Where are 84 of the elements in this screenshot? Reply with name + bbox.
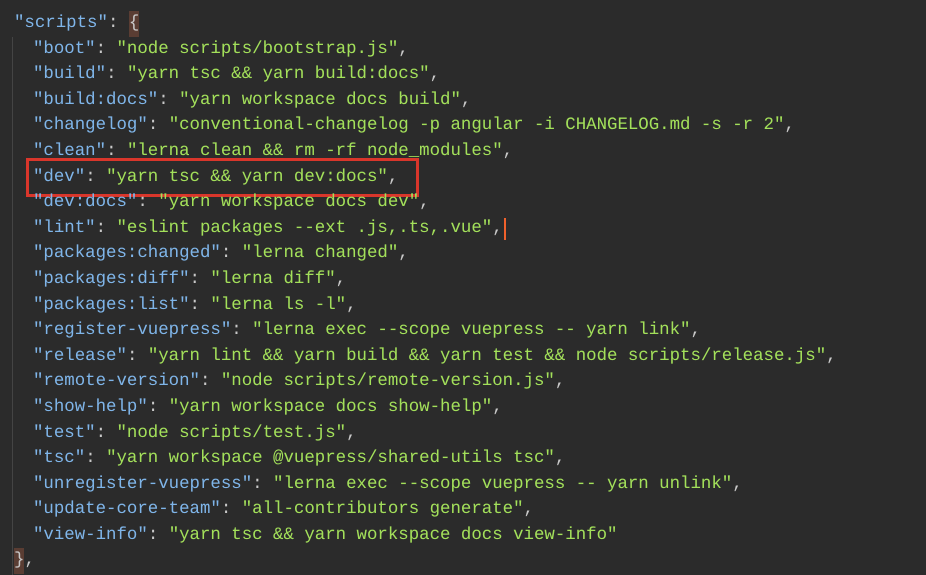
json-value: "eslint packages --ext .js,.ts,.vue" [116,218,492,238]
colon: : [148,526,160,545]
comma: , [492,218,503,238]
comma: , [732,474,743,494]
comma: , [336,270,346,289]
json-value: "node scripts/test.js" [116,424,346,442]
colon: : [106,65,118,84]
comma: , [388,168,398,187]
json-key: "update-core-team" [33,500,221,520]
comma: , [430,65,440,84]
json-key: "dev:docs" [33,193,138,212]
colon: : [231,321,243,340]
colon: : [96,218,108,238]
json-key: "scripts" [14,11,108,37]
json-key: "packages:diff" [33,270,190,289]
json-key: "boot" [33,40,96,59]
json-key: "tsc" [33,449,86,468]
colon: : [106,142,118,161]
json-key: "unregister-vuepress" [33,474,252,494]
json-value: "lerna clean && rm -rf node_modules" [126,142,503,161]
comma: , [346,296,357,315]
json-key: "release" [33,346,127,366]
json-value: "conventional-changelog -p angular -i CHANGELOG.md -s -r 2" [168,116,784,136]
colon: : [200,372,212,392]
brace: } [14,548,24,574]
colon: : [85,449,97,468]
json-value: "node scripts/remote-version.js" [220,372,555,392]
colon: : [126,346,138,366]
comma: , [554,372,566,392]
comma: , [24,550,35,572]
colon: : [108,13,120,35]
comma: , [398,244,409,264]
json-key: "build" [33,65,106,84]
colon: : [148,398,160,417]
comma: , [492,398,503,417]
colon: : [220,244,232,264]
colon: : [85,168,97,187]
json-value: "lerna exec --scope vuepress -- yarn unlink" [273,474,732,494]
json-key: "build:docs" [33,90,158,110]
colon: : [190,270,201,289]
comma: , [502,142,514,161]
json-key: "remote-version" [33,372,200,392]
json-value: "lerna ls -l" [210,296,346,315]
comma: , [460,90,472,110]
json-value: "yarn workspace docs build" [179,90,461,110]
json-value: "yarn workspace @vuepress/shared-utils tsc" [106,449,555,468]
json-key: "packages:list" [33,296,190,315]
colon: : [96,40,108,59]
json-key: "register-vuepress" [33,321,232,340]
colon: : [252,474,264,494]
brace: { [128,11,140,37]
colon: : [220,500,232,520]
json-value: "yarn tsc && yarn workspace docs view-info" [168,526,618,545]
json-value: "yarn tsc && yarn dev:docs" [106,168,388,187]
json-key: "show-help" [33,398,148,417]
json-value: "yarn workspace docs dev" [158,193,420,212]
json-key: "lint" [33,218,96,238]
comma: , [398,40,409,59]
json-key: "clean" [33,142,106,161]
json-value: "yarn lint && yarn build && yarn test && node scripts/release.js" [148,346,826,366]
colon: : [158,90,170,110]
json-key: "test" [33,424,96,442]
json-value: "lerna exec --scope vuepress -- yarn link" [252,321,690,340]
json-key: "dev" [33,168,86,187]
json-key: "packages:changed" [33,244,221,264]
comma: , [419,193,430,212]
comma: , [524,500,534,520]
comma: , [690,321,701,340]
colon: : [190,296,201,315]
json-value: "lerna changed" [242,244,398,264]
json-value: "yarn tsc && yarn build:docs" [126,65,430,84]
json-value: "lerna diff" [210,270,336,289]
comma: , [554,449,566,468]
json-key: "changelog" [33,116,148,136]
json-value: "node scripts/bootstrap.js" [116,40,398,59]
json-value: "yarn workspace docs show-help" [168,398,492,417]
colon: : [137,193,149,212]
comma: , [346,424,357,442]
comma: , [784,116,795,136]
comma: , [826,346,837,366]
json-value: "all-contributors generate" [242,500,524,520]
colon: : [148,116,160,136]
json-key: "view-info" [33,526,148,545]
colon: : [96,424,108,442]
